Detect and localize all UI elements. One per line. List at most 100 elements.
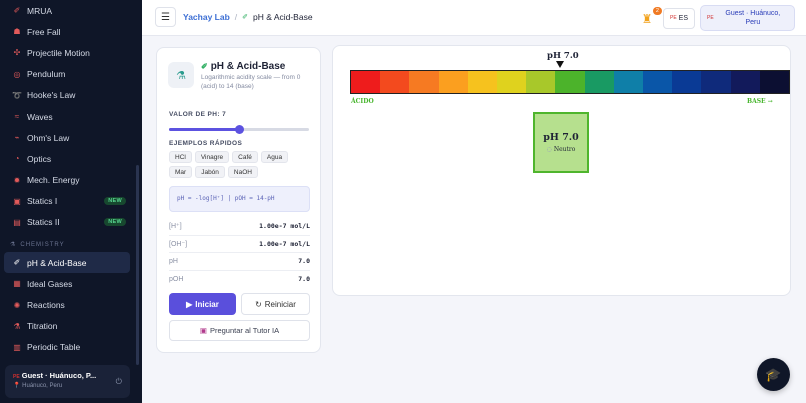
language-code: ES bbox=[678, 14, 688, 22]
sidebar-item-icon: ☗ bbox=[13, 27, 21, 37]
sidebar-item[interactable]: ▦ Ideal Gases bbox=[0, 273, 142, 294]
pin-icon: 📍 bbox=[13, 383, 21, 389]
example-chip[interactable]: Agua bbox=[260, 151, 289, 163]
logout-icon[interactable]: ⏻ bbox=[116, 377, 122, 387]
sidebar-item-icon: ▦ bbox=[13, 279, 21, 289]
sidebar-item[interactable]: ▥ Periodic Table bbox=[0, 337, 142, 358]
example-chip[interactable]: Vinagre bbox=[194, 151, 230, 163]
language-selector[interactable]: PE ES bbox=[662, 7, 695, 29]
pencil-icon: ✐ bbox=[201, 62, 208, 71]
ph-scale-segment bbox=[759, 71, 790, 93]
sidebar-item[interactable]: ✣ Projectile Motion bbox=[0, 42, 142, 63]
example-chip[interactable]: Café bbox=[232, 151, 258, 163]
sidebar-item[interactable]: ➰ Hooke's Law bbox=[0, 85, 142, 106]
sidebar-item[interactable]: ✺ Reactions bbox=[0, 294, 142, 315]
breadcrumb: Yachay Lab / ✐ pH & Acid-Base bbox=[183, 12, 313, 22]
sidebar-item-icon: ◎ bbox=[13, 69, 21, 79]
play-icon: ▶ bbox=[186, 299, 193, 309]
readout-row: [OH⁻] 1.00e-7 mol/L bbox=[169, 236, 310, 253]
sidebar-item-icon: ▤ bbox=[13, 217, 21, 227]
sidebar-item-label: Titration bbox=[27, 321, 58, 332]
example-chip[interactable]: Mar bbox=[169, 166, 193, 178]
ph-slider[interactable] bbox=[169, 125, 309, 134]
readout-row: pOH 7.0 bbox=[169, 271, 310, 289]
example-chip[interactable]: NaOH bbox=[227, 166, 258, 178]
robot-icon: ▣ bbox=[199, 326, 207, 335]
readout-row: pH 7.0 bbox=[169, 253, 310, 271]
sidebar-item[interactable]: ▣ Statics I NEW bbox=[0, 191, 142, 212]
flag-icon: PE bbox=[13, 374, 20, 380]
readout-value: 7.0 bbox=[298, 275, 310, 284]
sidebar-item[interactable]: ≈ Waves bbox=[0, 106, 142, 127]
sidebar-item[interactable]: ✹ Mech. Energy bbox=[0, 170, 142, 191]
sidebar-item[interactable]: ✐ MRUA bbox=[0, 0, 142, 21]
ph-scale-segment bbox=[730, 71, 760, 93]
sidebar-item[interactable]: ⚗ Titration bbox=[0, 316, 142, 337]
readout-key: [OH⁻] bbox=[169, 240, 188, 248]
refresh-icon: ↻ bbox=[255, 299, 262, 309]
sidebar-item-label: Free Fall bbox=[27, 26, 61, 37]
ph-scale-segment bbox=[351, 71, 381, 93]
sidebar-item[interactable]: ☗ Free Fall bbox=[0, 21, 142, 42]
sidebar-item-label: Ohm's Law bbox=[27, 132, 70, 143]
sidebar-item-icon: ⌁ bbox=[14, 133, 20, 143]
flag-icon: PE bbox=[669, 15, 677, 21]
ph-scale-segment bbox=[701, 71, 731, 93]
breadcrumb-root[interactable]: Yachay Lab bbox=[183, 12, 230, 22]
ph-scale-segment bbox=[555, 71, 585, 93]
ph-scale-segment bbox=[409, 71, 439, 93]
ph-scale-segment bbox=[584, 71, 614, 93]
ai-assistant-button[interactable]: 🎓 bbox=[757, 358, 790, 391]
pencil-icon: ✐ bbox=[242, 14, 249, 21]
sidebar-item-label: MRUA bbox=[27, 5, 53, 16]
ph-result-status: ◌ Neutro bbox=[546, 146, 576, 153]
formula-box: pH = -log[H⁺] | pOH = 14-pH bbox=[169, 186, 310, 212]
sidebar-item[interactable]: ⌁ Ohm's Law bbox=[0, 127, 142, 148]
readout-key: pOH bbox=[169, 275, 184, 283]
sidebar-item-label: pH & Acid-Base bbox=[27, 257, 87, 268]
ph-slider-handle[interactable] bbox=[234, 125, 244, 134]
readout-value: 1.00e-7 mol/L bbox=[259, 222, 310, 231]
sidebar-item-label: Pendulum bbox=[27, 69, 66, 80]
readout-key: pH bbox=[169, 257, 178, 265]
sidebar-item-icon: ✹ bbox=[13, 175, 21, 185]
panel-subtitle: Logarithmic acidity scale — from 0 (acid… bbox=[201, 74, 301, 90]
sidebar-item-label: Statics II bbox=[27, 217, 60, 228]
menu-toggle-button[interactable]: ☰ bbox=[155, 7, 176, 27]
sidebar-item-label: Statics I bbox=[27, 196, 58, 207]
user-chip[interactable]: PE Guest · Huánuco, Peru bbox=[700, 5, 795, 31]
ph-marker-label: pH 7.0 bbox=[547, 51, 579, 61]
sidebar-item-icon: ✐ bbox=[13, 6, 21, 16]
sidebar-item-icon: ▣ bbox=[13, 196, 21, 206]
sidebar-item-label: Periodic Table bbox=[27, 342, 81, 353]
new-badge: NEW bbox=[104, 218, 126, 227]
ph-marker-arrow bbox=[556, 61, 564, 68]
sidebar-item[interactable]: ✐ pH & Acid-Base bbox=[4, 252, 130, 274]
sidebar-item-label: Projectile Motion bbox=[27, 47, 90, 58]
sidebar-item[interactable]: ◔ Optics bbox=[0, 148, 142, 169]
trophy-icon: ♜ bbox=[641, 12, 653, 26]
sidebar-user-card[interactable]: PE Guest · Huánuco, P... 📍 Huánuco, Peru… bbox=[5, 365, 130, 398]
sidebar-item-icon: ▥ bbox=[13, 342, 21, 352]
ph-visualization: pH 7.0 ÁCIDO BASE → pH 7.0 ◌ Neutro bbox=[332, 45, 791, 296]
readout-row: [H⁺] 1.00e-7 mol/L bbox=[169, 218, 310, 236]
reset-button[interactable]: ↻ Reiniciar bbox=[241, 293, 310, 315]
readout-value: 1.00e-7 mol/L bbox=[259, 239, 310, 248]
sidebar-scrollbar[interactable] bbox=[136, 165, 139, 365]
readout-value: 7.0 bbox=[298, 257, 310, 266]
sidebar-item[interactable]: ▤ Statics II NEW bbox=[0, 212, 142, 233]
ask-tutor-button[interactable]: ▣ Preguntar al Tutor IA bbox=[169, 320, 310, 341]
start-button[interactable]: ▶ Iniciar bbox=[169, 293, 236, 315]
neutral-icon: ◌ bbox=[546, 146, 552, 153]
base-end-label: BASE → bbox=[747, 98, 773, 105]
sidebar-item-label: Mech. Energy bbox=[27, 175, 80, 186]
sidebar-item-icon: ◔ bbox=[14, 154, 20, 164]
example-chip[interactable]: HCl bbox=[169, 151, 192, 163]
sidebar-section-chemistry: ⚗ CHEMISTRY bbox=[10, 241, 65, 249]
hamburger-icon: ☰ bbox=[161, 11, 170, 23]
streak-button[interactable]: ♜ 2 bbox=[636, 7, 662, 29]
ph-scale-segment bbox=[380, 71, 410, 93]
sidebar-item[interactable]: ◎ Pendulum bbox=[0, 64, 142, 85]
streak-count: 2 bbox=[652, 7, 662, 15]
example-chip[interactable]: Jabón bbox=[195, 166, 225, 178]
